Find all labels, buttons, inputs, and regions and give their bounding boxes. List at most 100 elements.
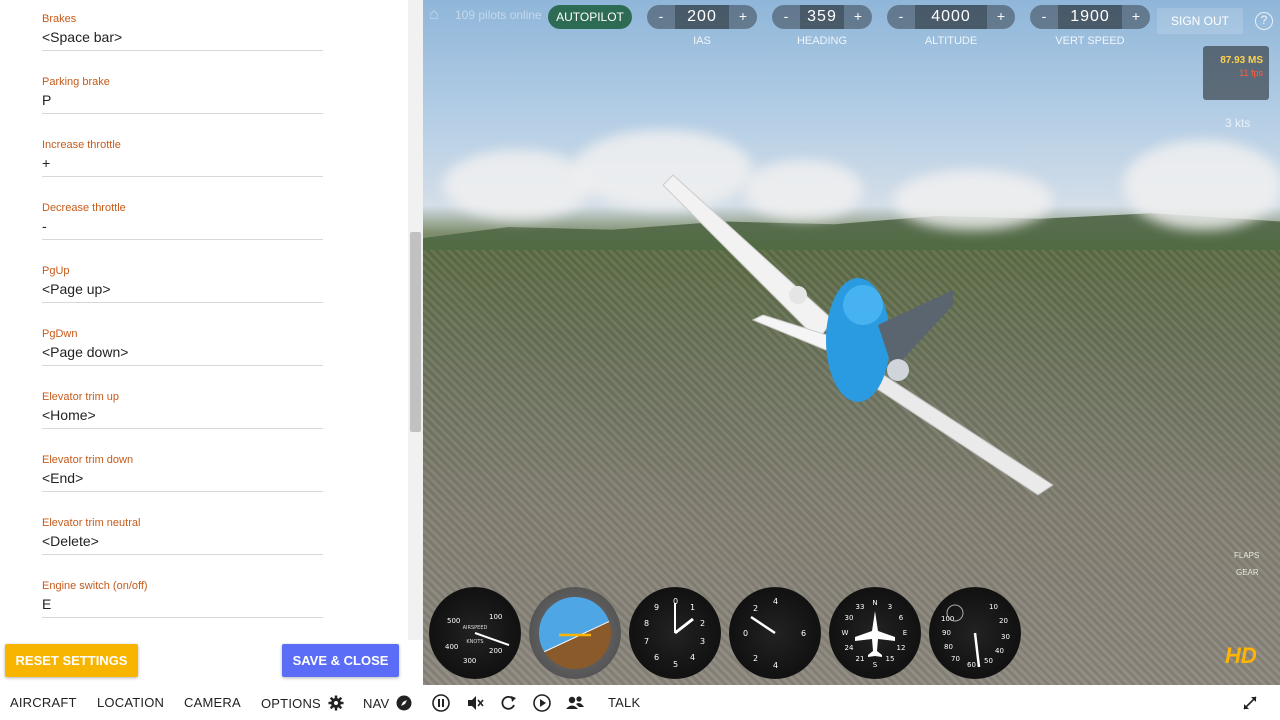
home-icon[interactable]: ⌂ [429,6,439,24]
keybinding-input[interactable]: - [42,218,323,240]
airspeed-sub-text: KNOTS [466,639,483,645]
vertspeed-decrease-button[interactable]: - [1032,5,1056,29]
altitude-decrease-button[interactable]: - [889,5,913,29]
keyboard-settings-panel: Brakes <Space bar> Parking brake P Incre… [0,0,408,685]
geofs-app: Brakes <Space bar> Parking brake P Incre… [0,0,1280,720]
keybinding-pgup[interactable]: PgUp <Page up> [0,253,408,316]
tach-subdial [946,604,964,622]
keybinding-input[interactable]: <Page down> [42,344,323,366]
keybinding-brakes[interactable]: Brakes <Space bar> [0,1,408,64]
heading-increase-button[interactable]: + [846,5,870,29]
menu-aircraft[interactable]: AIRCRAFT [10,695,77,710]
panel-scrollbar[interactable] [408,0,423,640]
heading-decrease-button[interactable]: - [774,5,798,29]
keybinding-parking-brake[interactable]: Parking brake P [0,64,408,127]
vsi-tick: 0 [743,629,748,638]
compass-tick: 30 [845,614,854,622]
vsi-needle [750,615,776,635]
tach-tick: 10 [989,603,998,611]
airspeed-center-text: AIRSPEED [463,625,488,631]
mute-icon[interactable] [465,693,485,713]
menu-nav-label: NAV [363,696,390,711]
compass-tick: 24 [845,644,854,652]
vertspeed-label: VERT SPEED [1055,35,1125,47]
pilots-online-text: 109 pilots online [455,8,542,22]
altitude-increase-button[interactable]: + [989,5,1013,29]
ias-decrease-button[interactable]: - [649,5,673,29]
keybinding-input[interactable]: E [42,596,323,618]
vsi-tick: 4 [773,661,778,670]
keybinding-input[interactable]: <Page up> [42,281,323,303]
menu-location[interactable]: LOCATION [97,695,164,710]
reset-settings-button[interactable]: RESET SETTINGS [5,644,138,677]
help-icon[interactable]: ? [1255,12,1273,30]
bottom-toolbar: AIRCRAFT LOCATION CAMERA OPTIONS NAV TAL… [0,685,1280,720]
menu-options-label: OPTIONS [261,696,321,711]
vertspeed-value[interactable]: 1900 [1058,5,1122,29]
compass-tick: E [903,629,907,637]
aircraft-model [662,174,1054,496]
menu-options[interactable]: OPTIONS [261,695,344,711]
compass-tick: W [842,629,849,637]
autopilot-toggle[interactable]: AUTOPILOT [548,5,632,29]
keybinding-label: Elevator trim neutral [42,517,141,529]
keybinding-input[interactable]: <Space bar> [42,29,323,51]
keybinding-label: Brakes [42,13,77,25]
play-icon[interactable] [532,693,552,713]
gear-icon [328,695,344,711]
vertspeed-increase-button[interactable]: + [1124,5,1148,29]
keybinding-label: Decrease throttle [42,202,126,214]
ias-increase-button[interactable]: + [731,5,755,29]
keybinding-input[interactable]: + [42,155,323,177]
ias-value[interactable]: 200 [675,5,729,29]
keybinding-label: Engine switch (on/off) [42,580,148,592]
airspeed-tick: 100 [489,613,502,621]
ap-heading-control: - 359 + [772,5,872,29]
airspeed-tick: 400 [445,643,458,651]
compass-tick: 12 [897,644,906,652]
keybinding-label: Increase throttle [42,139,121,151]
menu-camera[interactable]: CAMERA [184,695,241,710]
airspeed-tick: 500 [447,617,460,625]
save-close-button[interactable]: SAVE & CLOSE [282,644,399,677]
keybinding-input[interactable]: <Delete> [42,533,323,555]
keybinding-increase-throttle[interactable]: Increase throttle + [0,127,408,190]
performance-stats: 87.93 MS 11 fps [1203,46,1269,100]
keybinding-decrease-throttle[interactable]: Decrease throttle - [0,190,408,253]
sign-out-button[interactable]: SIGN OUT [1157,8,1243,34]
reset-flight-icon[interactable] [498,693,518,713]
keybinding-pgdwn[interactable]: PgDwn <Page down> [0,316,408,379]
scrollbar-thumb[interactable] [410,232,421,432]
vsi-tick: 2 [753,604,758,613]
vsi-tick: 2 [753,654,758,663]
keybinding-elevator-trim-up[interactable]: Elevator trim up <Home> [0,379,408,442]
keybinding-label: PgUp [42,265,70,277]
hd-toggle[interactable]: HD [1225,643,1257,669]
menu-talk[interactable]: TALK [608,695,640,710]
altimeter-tick: 1 [690,603,695,612]
altitude-value[interactable]: 4000 [915,5,987,29]
keybinding-label: Elevator trim up [42,391,120,403]
tach-tick: 70 [951,655,960,663]
players-icon[interactable] [564,693,586,713]
tach-tick: 30 [1001,633,1010,641]
compass-tick: 3 [888,603,892,611]
ap-vertspeed-control: - 1900 + [1030,5,1150,29]
keybinding-elevator-trim-down[interactable]: Elevator trim down <End> [0,442,408,505]
keybinding-input[interactable]: <Home> [42,407,323,429]
pause-icon[interactable] [431,693,451,713]
keybinding-engine-switch[interactable]: Engine switch (on/off) E [0,568,408,631]
ias-label: IAS [693,35,711,47]
tach-tick: 40 [995,647,1004,655]
keybinding-elevator-trim-neutral[interactable]: Elevator trim neutral <Delete> [0,505,408,568]
keybinding-input[interactable]: P [42,92,323,114]
collapse-icon[interactable] [1240,693,1260,713]
heading-label: HEADING [796,35,848,47]
flight-view[interactable] [423,0,1280,685]
heading-value[interactable]: 359 [800,5,844,29]
menu-nav[interactable]: NAV [363,695,412,711]
keybinding-input[interactable]: <End> [42,470,323,492]
tach-tick: 80 [944,643,953,651]
compass-tick: 15 [886,655,895,663]
airspeed-indicator: AIRSPEED KNOTS 100 200 300 400 500 [429,587,521,679]
